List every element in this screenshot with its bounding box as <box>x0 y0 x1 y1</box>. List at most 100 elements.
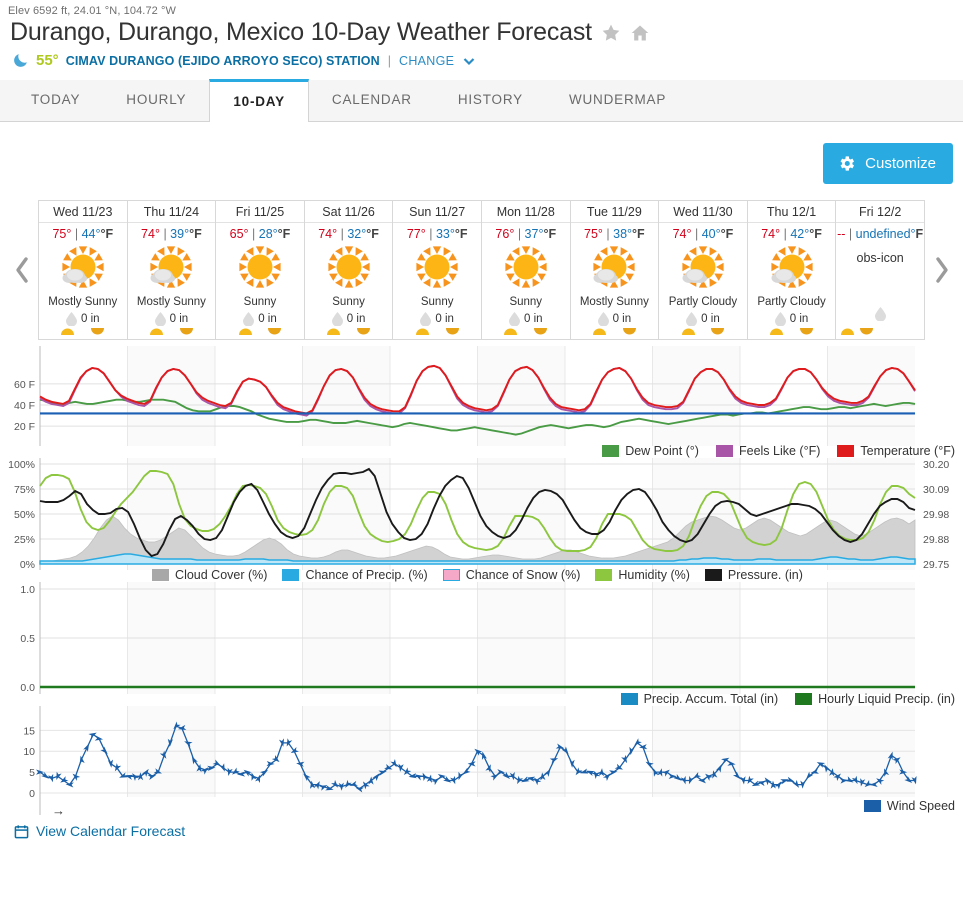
tab-today[interactable]: TODAY <box>8 79 103 121</box>
sunrise-icon <box>504 328 518 335</box>
raindrop-icon <box>154 312 166 326</box>
day-condition: Mostly Sunny <box>136 296 206 308</box>
legend-swatch <box>442 569 460 581</box>
customize-button[interactable]: Customize <box>823 143 953 184</box>
sun-times <box>393 327 481 336</box>
sunset-icon <box>799 328 813 335</box>
day-name: Wed 11/30 <box>659 201 747 223</box>
legend-swatch <box>595 569 613 581</box>
legend-cloud-cover[interactable]: Cloud Cover (%) <box>152 568 267 582</box>
tab-calendar[interactable]: CALENDAR <box>309 79 435 121</box>
day-condition: Partly Cloudy <box>757 296 826 308</box>
sunrise-icon <box>415 328 429 335</box>
change-station-link[interactable]: CHANGE <box>399 54 454 68</box>
day-name: Sat 11/26 <box>304 201 393 223</box>
day-precipitation: 0 in <box>686 312 720 326</box>
sunset-icon <box>711 328 725 335</box>
legend-swatch <box>863 800 881 812</box>
raindrop-icon <box>420 312 432 326</box>
sunny-icon <box>323 244 375 292</box>
day-card[interactable]: Thu 11/24 74° | 39°°F Mostly Sunny 0 in <box>127 201 217 339</box>
prev-days-button[interactable] <box>6 200 38 340</box>
legend-swatch <box>282 569 300 581</box>
legend-feels-like[interactable]: Feels Like (°F) <box>715 444 820 458</box>
day-temperatures: 74° | 40°°F <box>672 227 734 241</box>
sunny-icon <box>411 244 463 292</box>
svg-text:→: → <box>52 803 65 818</box>
day-condition: Sunny <box>509 296 543 308</box>
home-icon[interactable] <box>630 23 650 43</box>
customize-label: Customize <box>865 155 936 172</box>
legend-label: Chance of Precip. (%) <box>305 568 428 582</box>
legend-temperature[interactable]: Temperature (°F) <box>837 444 955 458</box>
legend-dew-point[interactable]: Dew Point (°) <box>602 444 699 458</box>
sun-times <box>748 327 836 336</box>
day-name: Tue 11/29 <box>570 201 659 223</box>
legend-pressure[interactable]: Pressure. (in) <box>704 568 803 582</box>
raindrop-icon <box>597 312 609 326</box>
day-condition: Sunny <box>243 296 277 308</box>
calendar-icon <box>14 824 29 838</box>
sunset-icon <box>534 328 548 335</box>
day-card[interactable]: Fri 12/2 -- | undefined°F obs-icon <box>836 201 925 339</box>
day-card[interactable]: Thu 12/1 74° | 42°°F Partly Cloudy 0 in <box>747 201 837 339</box>
tab-10-day[interactable]: 10-DAY <box>209 79 309 122</box>
day-condition: Sunny <box>332 296 365 308</box>
partly-cloudy-icon <box>766 244 818 292</box>
legend-precip-accum[interactable]: Precip. Accum. Total (in) <box>620 692 778 706</box>
tab-history[interactable]: HISTORY <box>435 79 546 121</box>
svg-text:30.20: 30.20 <box>923 459 949 471</box>
legend-chance-precip[interactable]: Chance of Precip. (%) <box>282 568 428 582</box>
day-card[interactable]: Sat 11/26 74° | 32°°F Sunny 0 in <box>304 201 394 339</box>
legend-hourly-liquid[interactable]: Hourly Liquid Precip. (in) <box>795 692 955 706</box>
day-card[interactable]: Sun 11/27 77° | 33°°F Sunny 0 in <box>393 201 482 339</box>
station-name[interactable]: CIMAV DURANGO (EJIDO ARROYO SECO) STATIO… <box>66 54 380 68</box>
legend-swatch <box>152 569 170 581</box>
day-card[interactable]: Fri 11/25 65° | 28°°F Sunny 0 in <box>216 201 305 339</box>
humidity-pressure-chart[interactable]: 100% 30.20 75% 30.09 50% 29.98 25% 29.88 0% 29.75… <box>0 458 963 582</box>
temperature-legend: Dew Point (°) Feels Like (°F) Temperatur… <box>0 444 963 458</box>
sunny-icon <box>234 244 286 292</box>
day-condition: Partly Cloudy <box>668 296 738 308</box>
elevation-coordinates: Elev 6592 ft, 24.01 °N, 104.72 °W <box>8 5 177 17</box>
svg-text:29.98: 29.98 <box>923 509 949 521</box>
temperature-chart[interactable]: 60 F 40 F 20 F Dew Point (°) Feels Like (°… <box>0 346 963 458</box>
sun-times <box>128 327 216 336</box>
day-card[interactable]: Wed 11/23 75° | 44°°F Mostly Sunny 0 in <box>39 201 128 339</box>
tab-wundermap[interactable]: WUNDERMAP <box>546 79 689 121</box>
legend-wind-speed[interactable]: Wind Speed <box>863 799 955 813</box>
legend-chance-snow[interactable]: Chance of Snow (%) <box>442 568 580 582</box>
svg-text:100%: 100% <box>8 459 35 471</box>
view-calendar-forecast-link[interactable]: View Calendar Forecast <box>36 823 185 839</box>
sun-times <box>216 327 304 336</box>
partly-cloudy-icon <box>677 244 729 292</box>
legend-humidity[interactable]: Humidity (%) <box>595 568 690 582</box>
day-cards: Wed 11/23 75° | 44°°F Mostly Sunny 0 in … <box>38 200 925 340</box>
day-card[interactable]: Tue 11/29 75° | 38°°F Mostly Sunny 0 in <box>570 201 660 339</box>
day-card[interactable]: Mon 11/28 76° | 37°°F Sunny 0 in <box>481 201 571 339</box>
day-precipitation: 0 in <box>774 312 808 326</box>
sunset-icon <box>91 328 105 335</box>
svg-text:0.0: 0.0 <box>20 682 35 694</box>
svg-text:50%: 50% <box>14 509 35 521</box>
legend-swatch <box>795 693 813 705</box>
day-card[interactable]: Wed 11/30 74° | 40°°F Partly Cloudy 0 in <box>659 201 748 339</box>
svg-text:75%: 75% <box>14 484 35 496</box>
mostly-sunny-icon <box>57 244 109 292</box>
tab-hourly[interactable]: HOURLY <box>103 79 209 121</box>
precipitation-chart[interactable]: 1.0 0.5 0.0 Precip. Accum. Total (in) Hour… <box>0 582 963 706</box>
day-precipitation <box>874 307 886 321</box>
sunrise-icon <box>61 328 75 335</box>
next-days-button[interactable] <box>925 200 957 340</box>
raindrop-icon <box>874 307 886 321</box>
chevron-down-icon[interactable] <box>461 53 477 69</box>
toolbar: Customize <box>0 122 963 184</box>
sunny-icon <box>500 244 552 292</box>
day-precipitation: 0 in <box>331 312 365 326</box>
star-icon[interactable] <box>601 23 621 43</box>
day-name: Thu 12/1 <box>747 201 836 223</box>
wind-speed-chart[interactable]: 15 10 5 0 → Wind Speed <box>0 706 963 818</box>
day-temperatures: 65° | 28°°F <box>229 227 291 241</box>
svg-text:0%: 0% <box>20 559 35 570</box>
legend-label: Humidity (%) <box>618 568 690 582</box>
